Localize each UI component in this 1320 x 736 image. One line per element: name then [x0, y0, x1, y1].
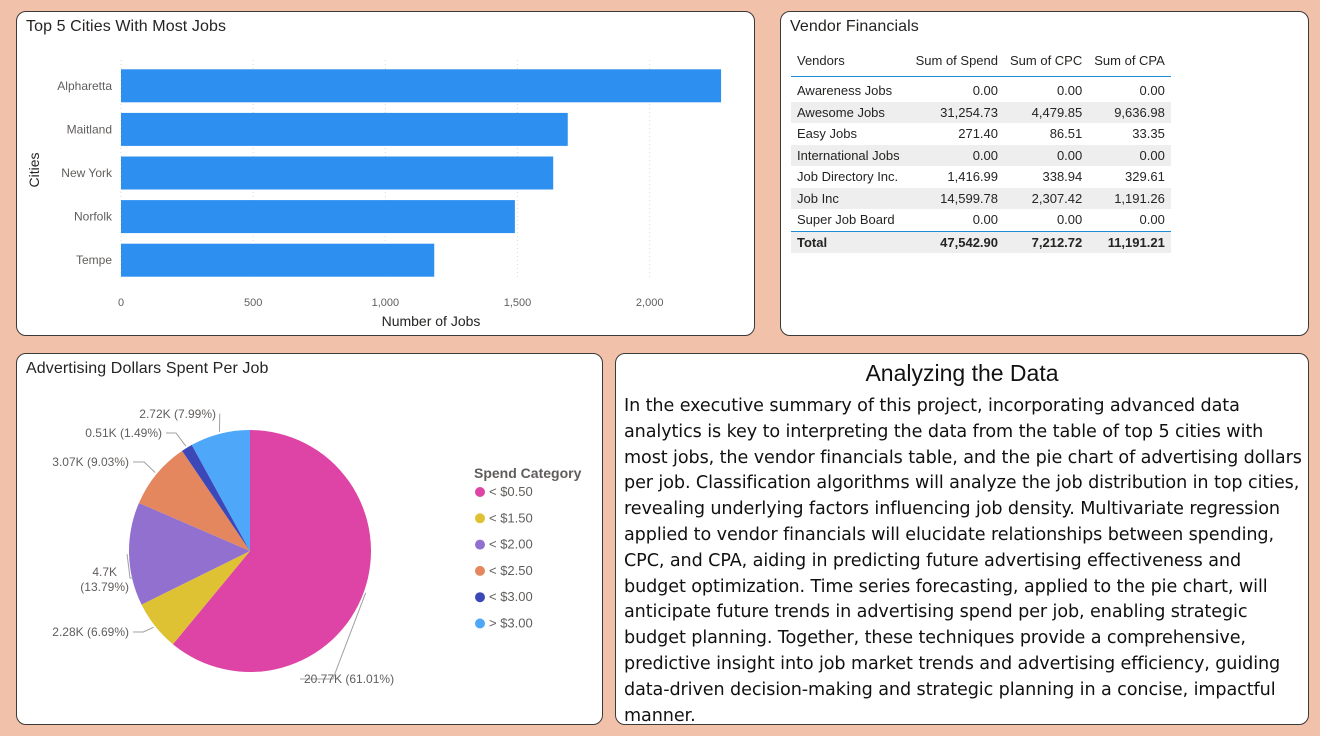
slice-data-label: 3.07K (9.03%)	[52, 455, 129, 469]
legend-item: < $0.50	[489, 484, 533, 499]
spend-cell: 1,416.99	[947, 169, 998, 185]
analysis-title: Analyzing the Data	[865, 360, 1059, 386]
vendor-cell: Job Directory Inc.	[797, 169, 899, 185]
x-axis-title: Number of Jobs	[382, 313, 481, 329]
advertising-pie-chart: 20.77K (61.01%) 2.28K (6.69%) 4.7K(13.79%)…	[52, 407, 582, 686]
table-row: Super Job Board 0.00 0.00 0.00	[791, 209, 1171, 231]
cpc-cell: 86.51	[1049, 126, 1083, 142]
column-header-vendors[interactable]: Vendors	[791, 44, 906, 77]
legend-item: > $3.00	[489, 616, 533, 631]
table-header-row: Vendors Sum of Spend Sum of CPC Sum of C…	[791, 44, 1171, 77]
cpa-cell: 329.61	[1125, 169, 1165, 185]
cpa-cell: 33.35	[1132, 126, 1165, 142]
cpc-cell: 0.00	[1056, 212, 1083, 228]
bar	[121, 156, 554, 190]
y-tick-label: New York	[61, 166, 113, 180]
legend-marker	[475, 565, 485, 576]
legend-item: < $1.50	[489, 510, 533, 525]
cpa-cell: 9,636.98	[1088, 101, 1171, 123]
spend-cell: 0.00	[906, 144, 1004, 166]
legend-item: < $3.00	[489, 589, 533, 604]
cpa-cell: 0.00	[1139, 83, 1165, 99]
legend-marker	[475, 618, 485, 629]
slice-data-label: 0.51K (1.49%)	[85, 426, 162, 440]
leader-line	[133, 461, 156, 473]
leader-line	[133, 626, 154, 633]
legend-marker	[475, 539, 485, 550]
slice-data-label: 4.7K	[92, 565, 117, 579]
total-cpa: 11,191.21	[1088, 230, 1171, 253]
vendor-financials-table: Vendors Sum of Spend Sum of CPC Sum of C…	[791, 44, 1171, 253]
bar	[121, 243, 435, 277]
bar	[121, 112, 568, 146]
vendor-cell: Job Inc	[791, 187, 906, 209]
table-row: Easy Jobs 271.40 86.51 33.35	[791, 123, 1171, 145]
x-tick-label: 2,000	[636, 297, 664, 309]
slice-data-label: 2.72K (7.99%)	[139, 407, 216, 421]
total-label: Total	[791, 230, 906, 253]
table-total-row: Total 47,542.90 7,212.72 11,191.21	[791, 230, 1171, 253]
vendor-cell: Easy Jobs	[797, 126, 857, 142]
cpa-cell: 0.00	[1088, 144, 1171, 166]
vendor-cell: Awareness Jobs	[797, 83, 893, 99]
table-row: Awareness Jobs 0.00 0.00 0.00	[791, 77, 1171, 102]
slice-data-label: 20.77K (61.01%)	[304, 672, 394, 686]
vendor-cell: International Jobs	[791, 144, 906, 166]
x-tick-label: 0	[118, 297, 124, 309]
cpa-cell: 0.00	[1139, 212, 1165, 228]
cpc-cell: 338.94	[1042, 169, 1083, 185]
table-row: Job Directory Inc. 1,416.99 338.94 329.6…	[791, 166, 1171, 188]
advertising-pie-chart-card: Advertising Dollars Spent Per Job 20.77K…	[16, 353, 603, 725]
x-tick-label: 1,500	[504, 297, 532, 309]
vendor-cell: Awesome Jobs	[791, 101, 906, 123]
bar	[121, 69, 722, 103]
column-header-cpa[interactable]: Sum of CPA	[1088, 44, 1171, 77]
legend-marker	[475, 487, 485, 497]
column-header-spend[interactable]: Sum of Spend	[906, 44, 1004, 77]
y-tick-label: Alpharetta	[57, 79, 112, 93]
x-tick-label: 500	[244, 297, 262, 309]
vendor-financials-card: Vendor Financials Vendors Sum of Spend S…	[780, 11, 1309, 336]
spend-cell: 0.00	[972, 212, 998, 228]
slice-data-label: 2.28K (6.69%)	[52, 625, 129, 639]
x-tick-label: 1,000	[372, 297, 400, 309]
legend-item: < $2.00	[489, 537, 533, 552]
cities-bar-chart-card: Top 5 Cities With Most Jobs 0 500 1,000 1,5…	[16, 11, 755, 336]
spend-cell: 0.00	[972, 83, 998, 99]
leader-line	[218, 413, 221, 432]
bar	[121, 200, 515, 234]
cpc-cell: 0.00	[1056, 83, 1083, 99]
spend-cell: 14,599.78	[906, 187, 1004, 209]
leader-line	[166, 432, 187, 447]
table-row: Job Inc 14,599.78 2,307.42 1,191.26	[791, 187, 1171, 209]
analysis-text-card: Analyzing the Data In the executive summ…	[615, 353, 1309, 725]
legend-item: < $2.50	[489, 563, 533, 578]
table-row: International Jobs 0.00 0.00 0.00	[791, 144, 1171, 166]
table-row: Awesome Jobs 31,254.73 4,479.85 9,636.98	[791, 101, 1171, 123]
legend-title: Spend Category	[474, 465, 582, 481]
analysis-body: In the executive summary of this project…	[624, 396, 1302, 725]
vendor-cell: Super Job Board	[797, 212, 895, 228]
y-tick-label: Maitland	[67, 122, 112, 136]
total-cpc: 7,212.72	[1004, 230, 1089, 253]
cpc-cell: 0.00	[1004, 144, 1089, 166]
legend-marker	[475, 513, 485, 524]
cpa-cell: 1,191.26	[1088, 187, 1171, 209]
y-tick-label: Tempe	[76, 253, 112, 267]
spend-cell: 31,254.73	[906, 101, 1004, 123]
slice-data-label: (13.79%)	[80, 580, 129, 594]
y-axis-title: Cities	[26, 152, 42, 187]
legend-marker	[475, 592, 485, 603]
total-spend: 47,542.90	[906, 230, 1004, 253]
cpc-cell: 4,479.85	[1004, 101, 1089, 123]
cpc-cell: 2,307.42	[1004, 187, 1089, 209]
vendor-table-title: Vendor Financials	[790, 18, 919, 35]
spend-cell: 271.40	[958, 126, 998, 142]
cities-bar-chart: 0 500 1,000 1,500 2,000 Alpharetta Maitland New…	[26, 60, 722, 329]
y-tick-label: Norfolk	[74, 210, 113, 224]
column-header-cpc[interactable]: Sum of CPC	[1004, 44, 1089, 77]
